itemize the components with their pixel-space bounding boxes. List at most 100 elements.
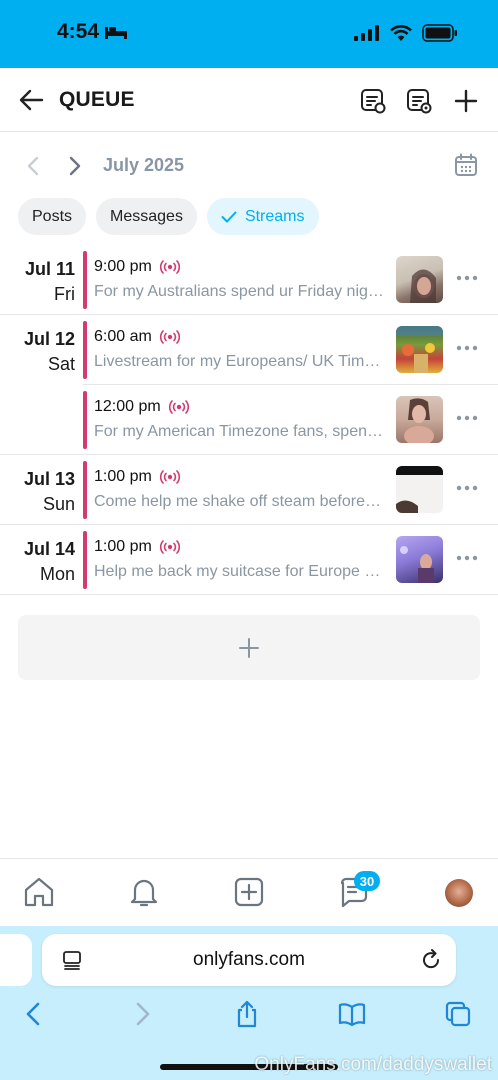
- watermark: OnlyFans.com/daddyswallet: [254, 1054, 492, 1075]
- more-options-icon[interactable]: [456, 267, 478, 289]
- queue-date: Jul 13 Sun: [24, 467, 75, 517]
- queue-day-label: Sat: [47, 354, 75, 374]
- queue-date-label: Jul 11: [24, 259, 75, 279]
- live-stream-icon: [159, 470, 180, 484]
- queue-date: Jul 14 Mon: [24, 537, 75, 587]
- filter-chip-label: Messages: [110, 207, 183, 225]
- add-icon[interactable]: [452, 87, 480, 115]
- thumbnail-image-icon: [396, 466, 443, 513]
- share-icon[interactable]: [233, 1000, 261, 1028]
- queue-thumbnail[interactable]: [396, 256, 443, 303]
- thumbnail-image-icon: [396, 326, 443, 373]
- queue-item[interactable]: Jul 11 Fri 9:00 pm For my Australians spe…: [0, 245, 498, 315]
- avatar[interactable]: [445, 879, 473, 907]
- live-stream-icon: [159, 540, 180, 554]
- live-stream-icon: [168, 400, 189, 414]
- previous-tab-preview[interactable]: [0, 934, 32, 986]
- chevron-left-icon[interactable]: [25, 155, 41, 177]
- thumbnail-image-icon: [400, 546, 434, 583]
- queue-description: Help me back my suitcase for Europe trip: [94, 563, 384, 580]
- month-label[interactable]: July 2025: [103, 155, 184, 176]
- queue-date: Jul 12 Sat: [24, 327, 75, 377]
- queue-settings-icon[interactable]: [359, 87, 387, 115]
- queue-time-text: 1:00 pm: [94, 538, 152, 555]
- filter-chip-streams[interactable]: Streams: [206, 198, 319, 235]
- page-title: QUEUE: [59, 88, 135, 111]
- queue-thumbnail[interactable]: [396, 326, 443, 373]
- queue-item[interactable]: Jul 12 Sat 6:00 am Livestream for my Euro…: [0, 315, 498, 385]
- queue-date-label: Jul 13: [23, 469, 75, 489]
- browser-forward-icon[interactable]: [128, 1000, 156, 1028]
- more-options-icon[interactable]: [456, 547, 478, 569]
- queue-header: QUEUE: [0, 68, 498, 132]
- stream-accent-bar: [83, 321, 87, 379]
- calendar-icon[interactable]: [454, 153, 478, 177]
- bed-icon: [105, 27, 128, 39]
- browser-back-icon[interactable]: [20, 1000, 48, 1028]
- queue-thumbnail[interactable]: [396, 536, 443, 583]
- queue-day-label: Fri: [54, 284, 75, 304]
- stream-accent-bar: [83, 531, 87, 589]
- tabs-icon[interactable]: [444, 1000, 472, 1028]
- queue-date-label: Jul 14: [23, 539, 75, 559]
- queue-description: For my American Timezone fans, spend you…: [94, 423, 384, 440]
- plus-icon: [239, 637, 259, 658]
- queue-thumbnail[interactable]: [396, 466, 443, 513]
- check-icon: [221, 211, 237, 222]
- filter-chip-label: Streams: [244, 207, 305, 225]
- queue-time-text: 9:00 pm: [94, 258, 152, 275]
- bell-icon[interactable]: [127, 875, 161, 909]
- reload-icon[interactable]: [420, 949, 442, 971]
- queue-day-label: Mon: [39, 564, 75, 584]
- queue-description: Livestream for my Europeans/ UK Timezone: [94, 353, 384, 370]
- chevron-right-icon[interactable]: [67, 155, 83, 177]
- bottom-tab-bar: 30: [0, 858, 498, 926]
- more-options-icon[interactable]: [456, 477, 478, 499]
- create-post-icon[interactable]: [232, 875, 266, 909]
- bookmarks-icon[interactable]: [338, 1000, 366, 1028]
- queue-item[interactable]: Jul 14 Mon 1:00 pm Help me back my suitca…: [0, 525, 498, 595]
- more-options-icon[interactable]: [456, 407, 478, 429]
- thumbnail-image-icon: [404, 398, 434, 443]
- queue-filter-icon[interactable]: [405, 87, 433, 115]
- back-arrow-icon[interactable]: [18, 88, 44, 112]
- filter-chip-messages[interactable]: Messages: [96, 198, 197, 235]
- url-text: onlyfans.com: [193, 949, 305, 970]
- stream-accent-bar: [83, 461, 87, 519]
- more-options-icon[interactable]: [456, 337, 478, 359]
- stream-accent-bar: [83, 251, 87, 309]
- queue-date-label: Jul 12: [23, 329, 75, 349]
- filter-chips: Posts Messages Streams: [18, 198, 319, 235]
- queue-day-label: Sun: [42, 494, 75, 514]
- queue-time: 6:00 am: [94, 328, 180, 346]
- queue-item[interactable]: Jul 13 Sun 1:00 pm Come help me shake off…: [0, 455, 498, 525]
- queue-description: Come help me shake off steam before trav…: [94, 493, 384, 510]
- queue-list: Jul 11 Fri 9:00 pm For my Australians spe…: [0, 245, 498, 595]
- queue-time: 1:00 pm: [94, 538, 180, 556]
- wifi-icon: [390, 25, 412, 41]
- queue-time-text: 6:00 am: [94, 328, 152, 345]
- status-time: 4:54: [57, 20, 128, 44]
- queue-time-text: 12:00 pm: [94, 398, 161, 415]
- queue-thumbnail[interactable]: [396, 396, 443, 443]
- messages-badge: 30: [354, 871, 380, 891]
- queue-time-text: 1:00 pm: [94, 468, 152, 485]
- queue-time: 9:00 pm: [94, 258, 180, 276]
- queue-time: 12:00 pm: [94, 398, 189, 416]
- queue-date: Jul 11 Fri: [25, 257, 75, 307]
- stream-accent-bar: [83, 391, 87, 449]
- cellular-signal-icon: [354, 25, 379, 41]
- live-stream-icon: [159, 260, 180, 274]
- status-time-text: 4:54: [57, 20, 100, 43]
- filter-chip-label: Posts: [32, 207, 73, 225]
- add-stream-button[interactable]: [18, 615, 480, 680]
- status-bar: 4:54: [0, 0, 498, 68]
- address-bar[interactable]: onlyfans.com: [42, 934, 456, 986]
- filter-chip-posts[interactable]: Posts: [18, 198, 87, 235]
- live-stream-icon: [159, 330, 180, 344]
- status-indicators: [354, 24, 458, 42]
- home-icon[interactable]: [22, 875, 56, 909]
- queue-item[interactable]: 12:00 pm For my American Timezone fans, …: [0, 385, 498, 455]
- month-navigation: July 2025: [0, 133, 498, 199]
- thumbnail-image-icon: [410, 269, 436, 303]
